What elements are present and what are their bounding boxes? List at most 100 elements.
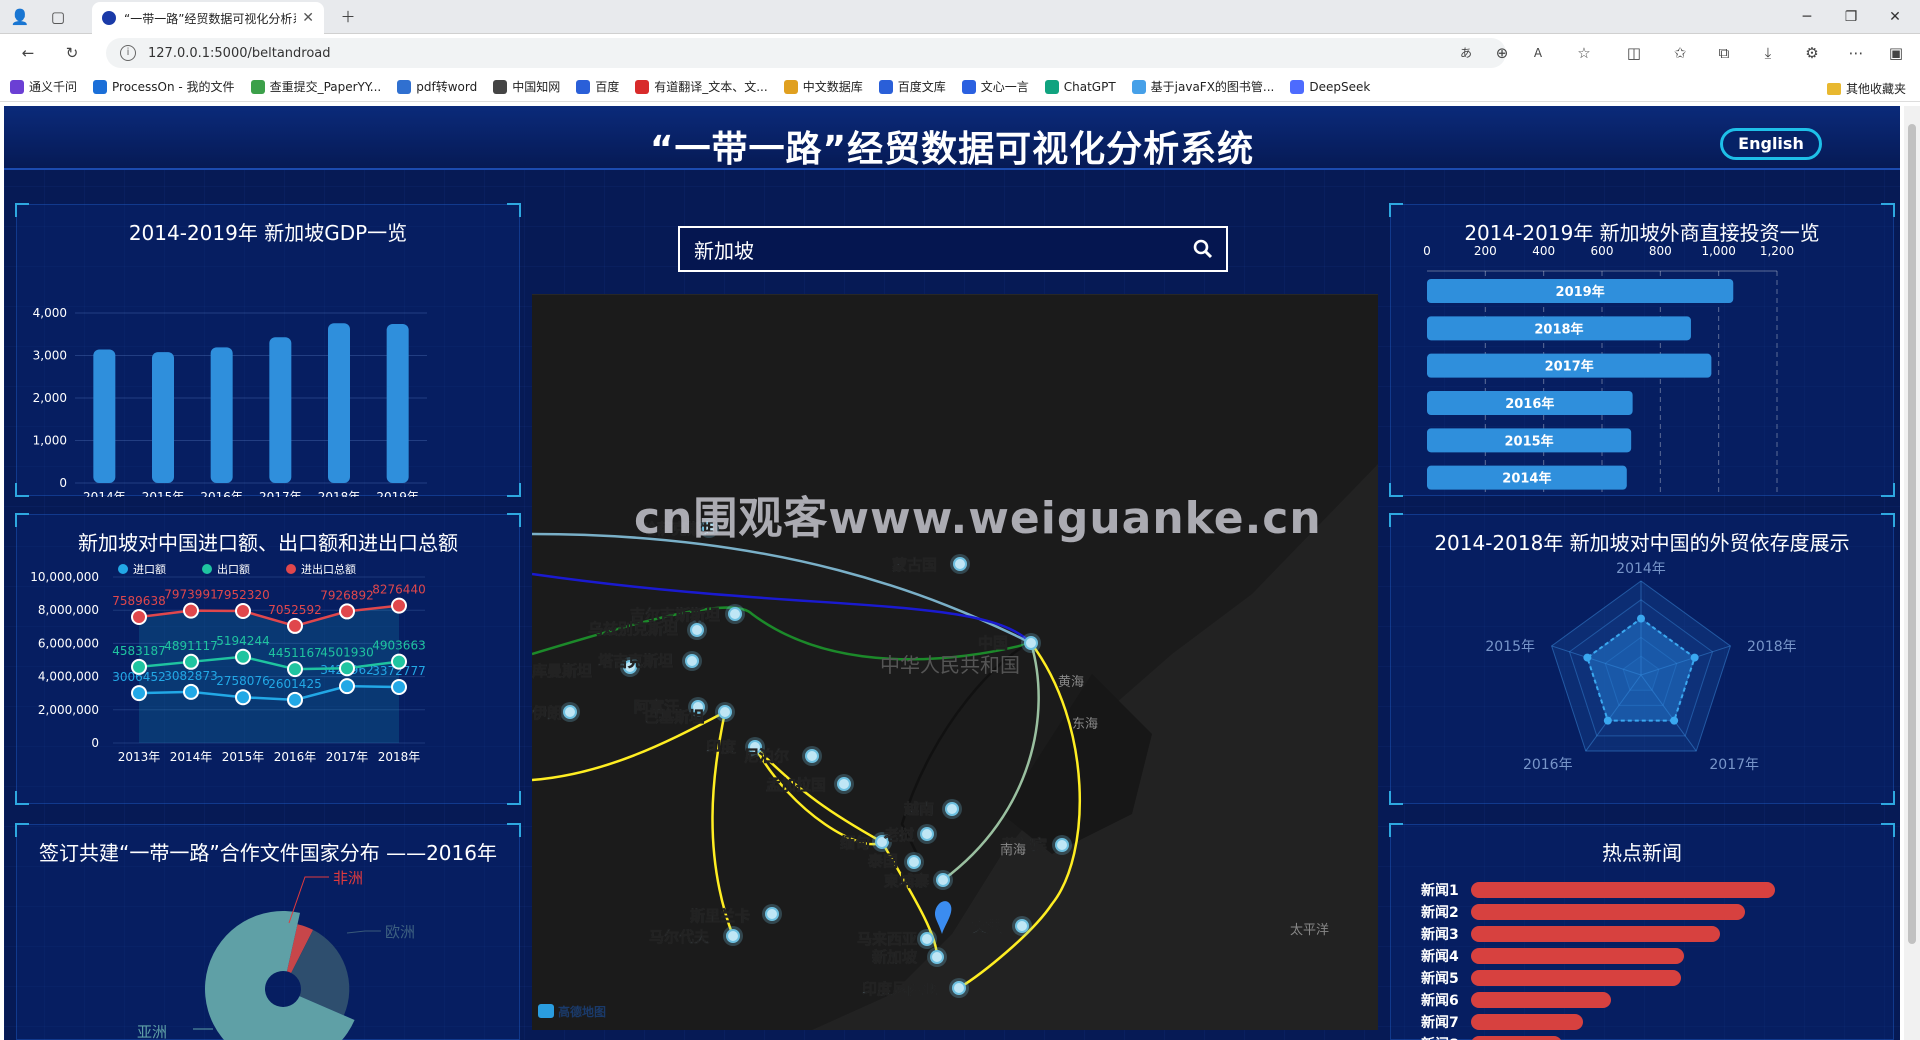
fdi-bar-label: 2019年: [1556, 284, 1605, 300]
map-country-label: 文莱: [972, 918, 1002, 936]
read-aloud-icon[interactable]: A: [1526, 43, 1550, 63]
news-item-bar: [1471, 1014, 1584, 1030]
tab-close-icon[interactable]: ✕: [302, 10, 314, 26]
scrollbar-thumb[interactable]: [1908, 124, 1916, 944]
more-menu-icon[interactable]: ⋯: [1844, 43, 1868, 63]
map-country-label: 巴基斯坦: [644, 708, 704, 726]
country-search-input[interactable]: 新加坡: [678, 226, 1228, 272]
trade-ytick-label: 2,000,000: [38, 703, 99, 717]
bookmark-item[interactable]: ChatGPT: [1044, 79, 1116, 94]
bookmark-icon: [10, 79, 24, 94]
news-item[interactable]: 新闻4: [1421, 945, 1861, 967]
profile-icon[interactable]: 👤: [8, 7, 32, 27]
gdp-ytick-label: 3,000: [33, 349, 67, 363]
trade-point: [183, 602, 199, 619]
news-item-label: 新闻3: [1421, 927, 1459, 943]
translate-icon[interactable]: あ: [1454, 43, 1478, 63]
radar-indicator-label: 2015年: [1485, 639, 1535, 655]
extensions-icon[interactable]: ⚙: [1800, 43, 1824, 63]
gdp-xtick-label: 2018年: [318, 490, 361, 497]
fdi-xtick-label: 800: [1649, 244, 1672, 258]
trade-data-label: 4903663: [372, 639, 425, 653]
map-sea-label: 太平洋: [1290, 923, 1329, 938]
downloads-icon[interactable]: ⤓: [1756, 43, 1780, 63]
map-node-dot: [1055, 838, 1069, 852]
map-node-dot: [953, 557, 967, 571]
trade-data-label: 4583187: [112, 644, 165, 658]
news-item[interactable]: 新闻3: [1421, 923, 1861, 945]
map-node-dot: [718, 705, 732, 719]
bookmark-icon: [1131, 79, 1146, 94]
bookmark-item[interactable]: 查重提交_PaperYY...: [250, 78, 381, 95]
map-node-dot: [920, 932, 934, 946]
tab-actions-icon[interactable]: ▢: [46, 7, 70, 27]
bookmark-item[interactable]: 基于javaFX的图书管...: [1131, 78, 1274, 95]
map-sea-label: 黄海: [1058, 675, 1084, 690]
bookmark-item[interactable]: 百度文库: [878, 78, 946, 95]
trade-ytick-label: 6,000,000: [38, 636, 99, 650]
sidebar-icon[interactable]: ▣: [1884, 43, 1908, 63]
belt-road-map[interactable]: 哈萨克斯坦 蒙古国 中国 吉尔吉斯斯坦 乌兹别克斯坦 库曼斯坦 塔吉克斯坦 伊朗 阿富汗 巴基斯坦…: [532, 294, 1378, 1030]
trade-point: [391, 597, 407, 614]
bookmark-item[interactable]: DeepSeek: [1290, 79, 1370, 94]
map-country-label: 老挝: [883, 826, 915, 844]
news-item-label: 新闻8: [1421, 1034, 1471, 1040]
news-item[interactable]: 新闻6: [1421, 989, 1861, 1011]
search-icon[interactable]: [1192, 238, 1214, 260]
other-bookmarks[interactable]: 其他收藏夹: [1826, 80, 1906, 97]
map-node-dot: [690, 623, 704, 637]
split-screen-icon[interactable]: ◫: [1622, 43, 1646, 63]
bookmark-item[interactable]: 通义千问: [10, 78, 77, 95]
radar-indicator-label: 2018年: [1747, 639, 1797, 655]
trade-data-label: 8276440: [372, 583, 425, 597]
gdp-bar: [328, 323, 350, 483]
bookmark-label: 通义千问: [29, 80, 78, 94]
collections-icon[interactable]: ⧉: [1712, 43, 1736, 63]
fdi-bar-label: 2014年: [1502, 471, 1551, 487]
news-item[interactable]: 新闻5: [1421, 967, 1861, 989]
trade-point: [339, 660, 355, 677]
news-item[interactable]: 新闻2: [1421, 901, 1861, 923]
news-panel: 热点新闻 新闻1 新闻2 新闻3 新闻4 新闻5 新闻6 新闻7 新闻8: [1389, 823, 1895, 1040]
bookmark-item[interactable]: 中文数据库: [783, 78, 863, 95]
bookmark-item[interactable]: 文心一言: [961, 78, 1029, 95]
bookmark-item[interactable]: 百度: [576, 78, 619, 95]
close-window-icon[interactable]: ✕: [1880, 6, 1910, 28]
fdi-bar-label: 2018年: [1534, 321, 1583, 337]
fdi-bar-label: 2017年: [1545, 359, 1594, 375]
browser-tab-active[interactable]: “一带一路”经贸数据可视化分析系统 ✕: [92, 2, 324, 34]
restore-icon[interactable]: ❐: [1836, 6, 1866, 28]
zoom-icon[interactable]: ⊕: [1490, 43, 1514, 63]
favorites-icon[interactable]: ✩: [1668, 43, 1692, 63]
fdi-xtick-label: 1,000: [1701, 244, 1735, 258]
new-tab-icon[interactable]: ＋: [336, 7, 360, 27]
news-item[interactable]: 新闻1: [1421, 879, 1861, 901]
address-bar[interactable]: i 127.0.0.1:5000/beltandroad: [106, 38, 1506, 68]
page-scrollbar[interactable]: [1904, 106, 1920, 1040]
map-country-label: 印度尼西亚: [862, 980, 937, 998]
trade-legend-label: 进口额: [133, 563, 166, 576]
trade-data-label: 3082873: [164, 669, 217, 683]
bookmark-item[interactable]: 有道翻译_文本、文...: [635, 78, 768, 95]
minimize-icon[interactable]: ─: [1792, 6, 1822, 28]
map-node-dot: [907, 855, 921, 869]
gdp-bar: [93, 349, 116, 483]
bookmark-item[interactable]: 中国知网: [493, 78, 560, 95]
bookmark-item[interactable]: pdf转word: [397, 78, 477, 95]
news-item-bar: [1471, 1036, 1563, 1040]
route-map-svg[interactable]: 哈萨克斯坦蒙古国中国吉尔吉斯斯坦乌兹别克斯坦库曼斯坦塔吉克斯坦伊朗 阿富汗巴基斯坦…: [532, 294, 1378, 1030]
radar-point: [1637, 614, 1645, 623]
bookmark-item[interactable]: ProcessOn - 我的文件: [93, 78, 235, 95]
bookmarks-bar: 通义千问 ProcessOn - 我的文件 查重提交_PaperYY... pd…: [0, 72, 1920, 102]
back-icon[interactable]: ←: [16, 43, 40, 63]
map-node-dot: [837, 777, 851, 791]
reload-icon[interactable]: ↻: [60, 43, 84, 63]
site-info-icon[interactable]: i: [120, 45, 136, 61]
fdi-xtick-label: 200: [1474, 244, 1497, 258]
news-item[interactable]: 新闻7: [1421, 1011, 1861, 1033]
language-toggle-button[interactable]: English: [1720, 128, 1822, 160]
gdp-xtick-label: 2016年: [200, 490, 243, 497]
news-item[interactable]: 新闻8: [1421, 1033, 1861, 1040]
trade-data-label: 7952320: [216, 588, 269, 602]
favorite-star-icon[interactable]: ☆: [1572, 43, 1596, 63]
